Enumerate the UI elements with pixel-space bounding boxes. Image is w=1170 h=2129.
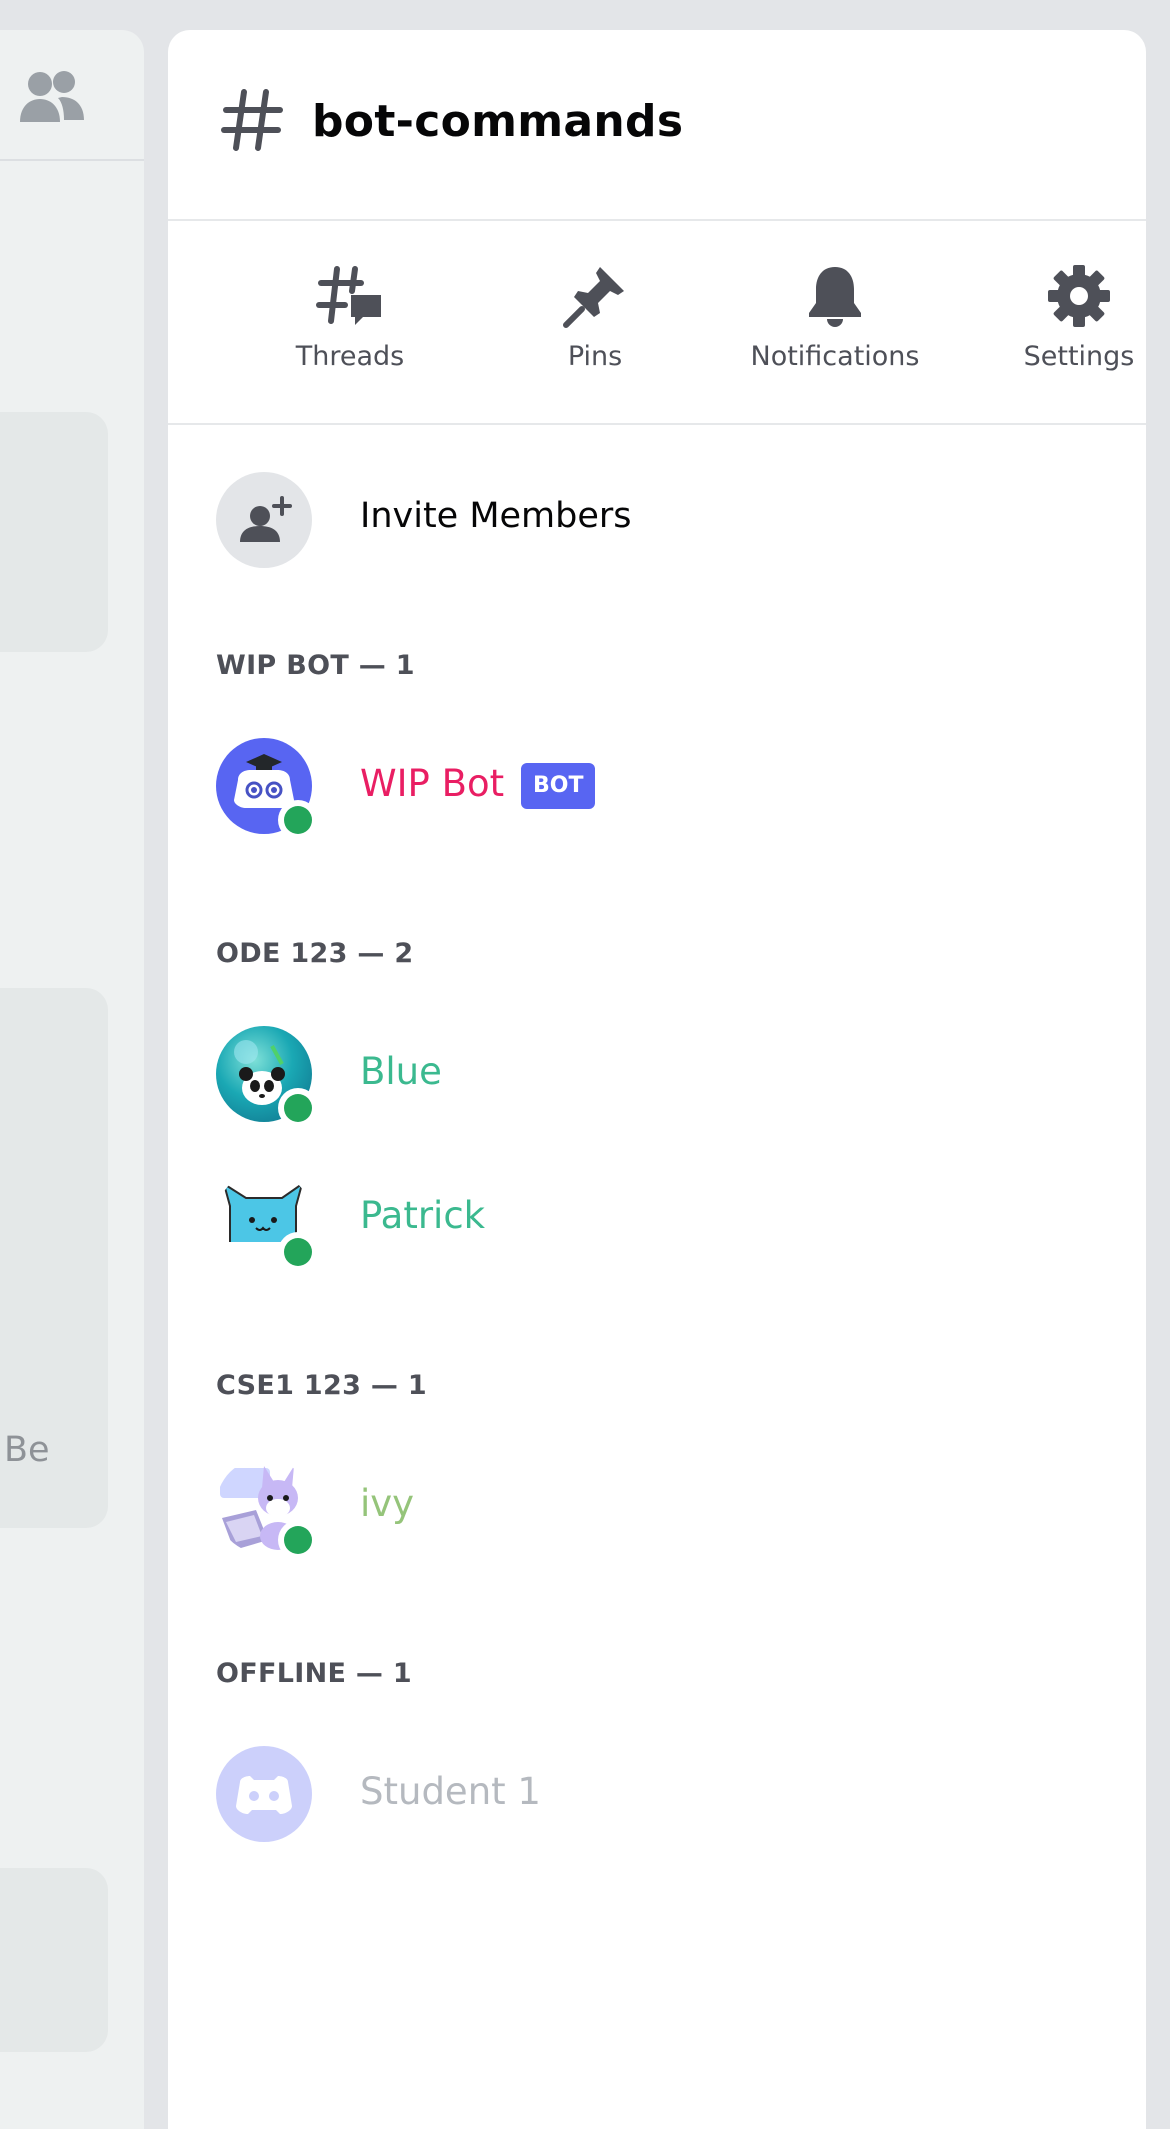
members-icon[interactable]	[18, 66, 88, 126]
channel-header: bot-commands	[168, 30, 1146, 221]
chat-panel: Be	[0, 30, 144, 2129]
section-header: CSE1 123 — 1	[216, 1370, 427, 1401]
message-card	[0, 1868, 108, 2052]
channel-members-panel: bot-commands Threads Pins Notifications …	[168, 30, 1146, 2129]
bell-icon	[809, 267, 861, 327]
avatar	[216, 1746, 312, 1842]
member-name: WIP Bot	[360, 762, 505, 805]
invite-members-label: Invite Members	[360, 496, 632, 536]
member-name: Patrick	[360, 1194, 486, 1237]
status-online-indicator	[278, 800, 318, 840]
pins-button[interactable]: Pins	[485, 261, 705, 391]
section-header: WIP BOT — 1	[216, 650, 415, 681]
pins-label: Pins	[567, 341, 623, 372]
status-online-indicator	[278, 1232, 318, 1272]
hash-icon	[221, 89, 283, 151]
status-online-indicator	[278, 1520, 318, 1560]
member-row[interactable]: WIP Bot BOT	[216, 738, 1076, 840]
member-row[interactable]: ivy	[216, 1458, 1076, 1560]
member-name: ivy	[360, 1482, 415, 1525]
section-header: ODE 123 — 2	[216, 938, 414, 969]
channel-actions: Threads Pins Notifications Settings	[168, 221, 1146, 425]
member-name: Student 1	[360, 1770, 541, 1813]
settings-label: Settings	[1023, 341, 1135, 372]
invite-avatar	[216, 472, 312, 568]
threads-label: Threads	[295, 341, 405, 372]
section-header: OFFLINE — 1	[216, 1658, 413, 1689]
pin-icon	[563, 267, 624, 328]
member-row[interactable]: Blue	[216, 1026, 1076, 1128]
message-text: Be	[4, 1430, 50, 1470]
threads-button[interactable]: Threads	[240, 261, 460, 391]
gear-icon	[1048, 265, 1110, 327]
settings-button[interactable]: Settings	[969, 261, 1146, 391]
member-name: Blue	[360, 1050, 442, 1093]
member-row[interactable]: Patrick	[216, 1170, 1076, 1272]
chat-header	[0, 30, 144, 161]
member-row[interactable]: Student 1	[216, 1746, 1076, 1842]
bot-badge: BOT	[521, 763, 596, 809]
notifications-label: Notifications	[750, 341, 920, 372]
threads-icon	[316, 266, 381, 325]
invite-members-button[interactable]: Invite Members	[216, 472, 916, 568]
add-person-icon	[240, 496, 292, 542]
discord-default-avatar-icon	[236, 1776, 292, 1814]
status-online-indicator	[278, 1088, 318, 1128]
message-card	[0, 412, 108, 652]
notifications-button[interactable]: Notifications	[725, 261, 945, 391]
channel-name: bot-commands	[312, 96, 684, 147]
